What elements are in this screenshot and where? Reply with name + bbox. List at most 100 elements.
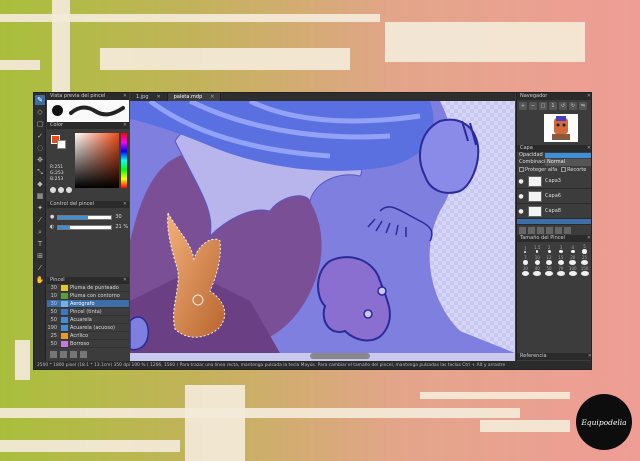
saturation-value-picker[interactable] — [75, 133, 119, 188]
visibility-eye-icon[interactable]: ● — [517, 208, 525, 215]
navigator-preview[interactable] — [517, 112, 591, 145]
layer-item[interactable]: ● Capa8 — [517, 204, 591, 219]
brush-item[interactable]: 50 Borroso — [47, 340, 129, 348]
zoom-fit-icon[interactable]: □ — [539, 102, 547, 110]
brush-settings-icon[interactable] — [80, 351, 87, 358]
new-folder-icon[interactable] — [528, 227, 535, 234]
brush-size-option[interactable]: 12 — [544, 255, 555, 265]
brush-tool-icon[interactable]: ✎ — [35, 95, 45, 105]
visibility-eye-icon[interactable]: ● — [517, 178, 525, 185]
document-tabs: 1.jpg ✕ paleta.mdp ✕ — [130, 93, 515, 101]
brush-size-option[interactable]: 30 — [520, 266, 531, 276]
layer-item[interactable]: ● Capa3 — [517, 174, 591, 189]
protect-alpha-checkbox[interactable]: Proteger alfa — [519, 167, 557, 173]
brush-item[interactable]: 190 Acuarela (acuoso) — [47, 324, 129, 332]
brush-size-option[interactable]: 1 — [520, 244, 531, 254]
eyedropper-icon[interactable]: ⁄ — [35, 263, 45, 273]
zoom-in-icon[interactable]: + — [519, 102, 527, 110]
brush-size-option[interactable]: 20 — [567, 255, 578, 265]
hue-slider[interactable] — [121, 133, 127, 188]
color-history — [50, 187, 72, 193]
brush-size-option[interactable]: 10 — [532, 255, 543, 265]
lasso-tool-icon[interactable]: ◌ — [35, 143, 45, 153]
zoom-tool-icon[interactable]: ⌕ — [35, 227, 45, 237]
new-layer-icon[interactable] — [519, 227, 526, 234]
hand-tool-icon[interactable]: ✋ — [35, 275, 45, 285]
gradient-tool-icon[interactable]: ▦ — [35, 191, 45, 201]
brush-size-option[interactable]: 5 — [579, 244, 590, 254]
select-pen-tool-icon[interactable]: ✓ — [35, 131, 45, 141]
eraser-tool-icon[interactable]: ◇ — [35, 107, 45, 117]
merge-layer-icon[interactable] — [546, 227, 553, 234]
close-icon[interactable]: ✕ — [587, 145, 591, 152]
history-swatch[interactable] — [58, 187, 64, 193]
brush-size-option[interactable]: 7 — [520, 255, 531, 265]
brush-opacity-slider[interactable] — [57, 224, 113, 230]
magic-wand-tool-icon[interactable]: ✦ — [35, 203, 45, 213]
close-icon[interactable]: ✕ — [157, 94, 161, 100]
brush-size-option[interactable]: 70 — [555, 266, 566, 276]
brush-item[interactable]: 30 Pluma de punteado — [47, 284, 129, 292]
brush-size-dot-icon — [557, 260, 564, 265]
brush-size-option[interactable]: 15 — [555, 255, 566, 265]
brush-size-option[interactable]: 25 — [579, 255, 590, 265]
delete-layer-icon[interactable] — [564, 227, 571, 234]
brush-size-dot-icon — [533, 271, 542, 276]
zoom-actual-icon[interactable]: 1 — [549, 102, 557, 110]
rotate-right-icon[interactable]: ↻ — [569, 102, 577, 110]
drawing-canvas[interactable] — [130, 101, 515, 353]
clip-checkbox[interactable]: Recorte — [561, 167, 586, 173]
brush-size-option[interactable]: 50 — [544, 266, 555, 276]
fill-tool-icon[interactable]: ◆ — [35, 179, 45, 189]
history-swatch[interactable] — [50, 187, 56, 193]
delete-brush-icon[interactable] — [70, 351, 77, 358]
background-stripe — [100, 48, 350, 70]
tab-paleta-mdp[interactable]: paleta.mdp ✕ — [167, 93, 222, 101]
blend-mode-select[interactable]: Normal — [545, 159, 591, 166]
tool-bar: ✎ ◇ ▢ ✓ ◌ ✥ ⤡ ◆ ▦ ✦ ⁄ ⌕ T ⊞ ⁄ ✋ — [34, 93, 46, 361]
horizontal-scrollbar[interactable] — [310, 353, 370, 359]
brush-size-option[interactable]: 3 — [555, 244, 566, 254]
transform-tool-icon[interactable]: ⤡ — [35, 167, 45, 177]
zoom-out-icon[interactable]: − — [529, 102, 537, 110]
flip-icon[interactable]: ⇋ — [579, 102, 587, 110]
brush-size-dot-icon — [534, 260, 540, 265]
brush-item[interactable]: 50 Acuarela — [47, 316, 129, 324]
brush-item[interactable]: 50 Pincel (tinta) — [47, 308, 129, 316]
eyedropper-tool-icon[interactable]: ⁄ — [35, 215, 45, 225]
add-brush-icon[interactable] — [50, 351, 57, 358]
text-tool-icon[interactable]: T — [35, 239, 45, 249]
canvas-area[interactable]: 1.jpg ✕ paleta.mdp ✕ — [130, 93, 515, 361]
copy-brush-icon[interactable] — [60, 351, 67, 358]
close-icon[interactable]: ✕ — [123, 93, 127, 100]
brush-item[interactable]: 25 Acrílico — [47, 332, 129, 340]
brush-size-option[interactable]: 100 — [567, 266, 578, 276]
close-icon[interactable]: ✕ — [587, 93, 591, 100]
close-icon[interactable]: ✕ — [587, 235, 591, 242]
select-tool-icon[interactable]: ▢ — [35, 119, 45, 129]
layer-opacity-slider[interactable] — [545, 153, 591, 158]
brush-size-option[interactable]: 40 — [532, 266, 543, 276]
close-icon[interactable]: ✕ — [123, 201, 127, 208]
brush-size-slider[interactable] — [57, 214, 113, 220]
history-swatch[interactable] — [66, 187, 72, 193]
brush-size-option[interactable]: 2 — [544, 244, 555, 254]
brush-item-selected[interactable]: 30 Aerógrafo — [47, 300, 129, 308]
visibility-eye-icon[interactable]: ● — [517, 193, 525, 200]
divide-tool-icon[interactable]: ⊞ — [35, 251, 45, 261]
brush-item[interactable]: 10 Pluma con contorno — [47, 292, 129, 300]
brush-size-option[interactable]: 1.5 — [532, 244, 543, 254]
close-icon[interactable]: ✕ — [210, 94, 214, 100]
rotate-left-icon[interactable]: ↺ — [559, 102, 567, 110]
duplicate-layer-icon[interactable] — [537, 227, 544, 234]
close-icon[interactable]: ✕ — [588, 353, 591, 360]
close-icon[interactable]: ✕ — [123, 122, 127, 129]
mask-icon[interactable] — [555, 227, 562, 234]
tab-1-jpg[interactable]: 1.jpg ✕ — [130, 93, 168, 101]
brush-size-option[interactable]: 150 — [579, 266, 590, 276]
move-tool-icon[interactable]: ✥ — [35, 155, 45, 165]
close-icon[interactable]: ✕ — [123, 277, 127, 284]
brush-size-option[interactable]: 4 — [567, 244, 578, 254]
secondary-color-swatch[interactable] — [57, 140, 66, 149]
layer-item[interactable]: ● Capa6 — [517, 189, 591, 204]
